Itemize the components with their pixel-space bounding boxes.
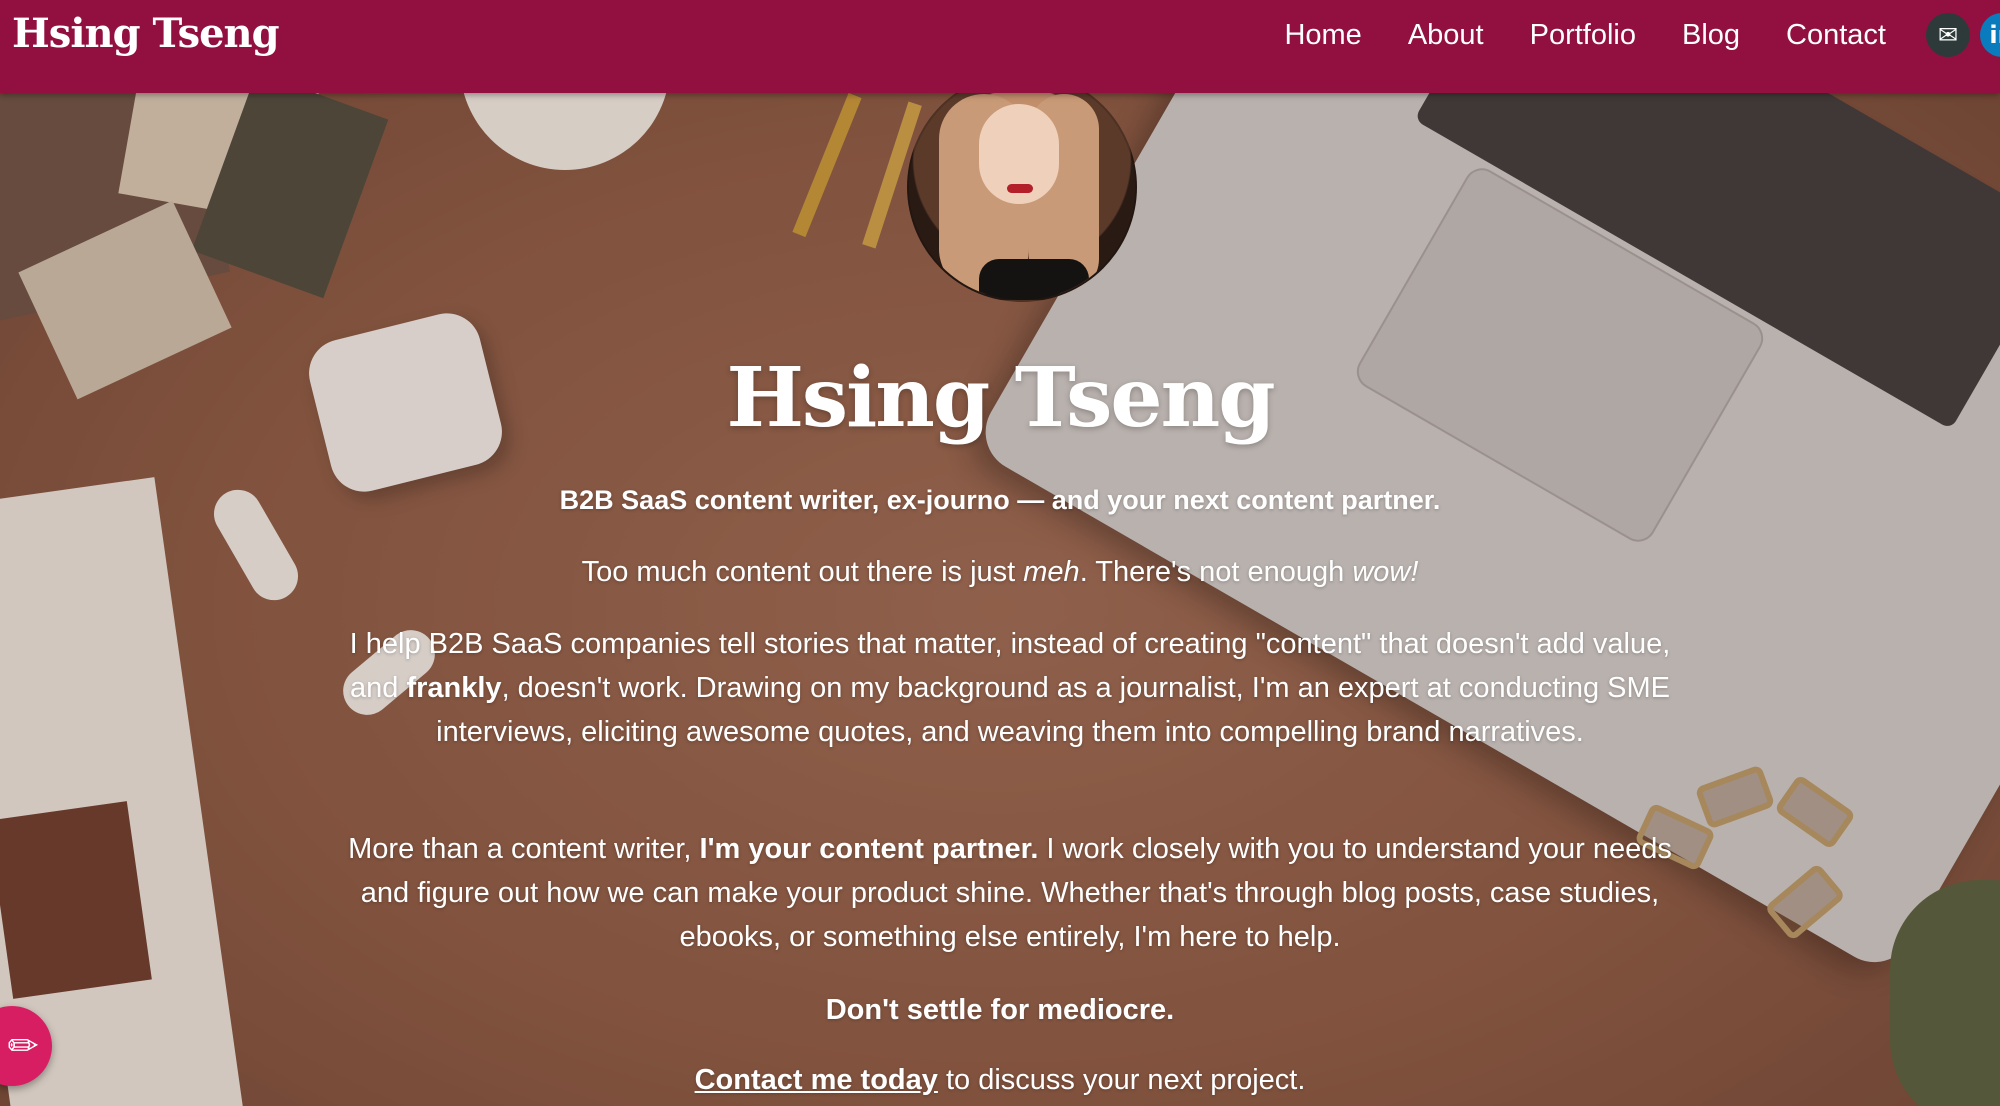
nav-blog[interactable]: Blog <box>1682 19 1740 52</box>
site-logo[interactable]: Hsing Tseng <box>12 10 280 57</box>
linkedin-icon[interactable]: in <box>1980 13 2000 57</box>
nav-portfolio[interactable]: Portfolio <box>1530 19 1636 52</box>
email-icon[interactable]: ✉ <box>1926 13 1970 57</box>
nav-contact[interactable]: Contact <box>1786 19 1886 52</box>
nav-about[interactable]: About <box>1408 19 1484 52</box>
hero-cta-headline: Don't settle for mediocre. <box>825 994 1175 1026</box>
hero-tagline: B2B SaaS content writer, ex-journo — and… <box>559 485 1441 515</box>
nav-home[interactable]: Home <box>1284 19 1361 52</box>
hero-cta-line: Contact me today to discuss your next pr… <box>694 1064 1306 1096</box>
profile-avatar <box>907 72 1137 302</box>
main-nav: Home About Portfolio Blog Contact ✉ in <box>1284 13 2000 57</box>
top-navbar: Hsing Tseng Home About Portfolio Blog Co… <box>0 0 2000 93</box>
hero-paragraph-services: I help B2B SaaS companies tell stories t… <box>349 628 1671 748</box>
hero-paragraph-partner: More than a content writer, I'm your con… <box>348 833 1672 953</box>
pencil-icon: ✎ <box>0 1020 50 1072</box>
hero-title: Hsing Tseng <box>726 350 1275 446</box>
hero-intro: Too much content out there is just meh. … <box>581 556 1419 588</box>
contact-me-link[interactable]: Contact me today <box>695 1064 938 1096</box>
